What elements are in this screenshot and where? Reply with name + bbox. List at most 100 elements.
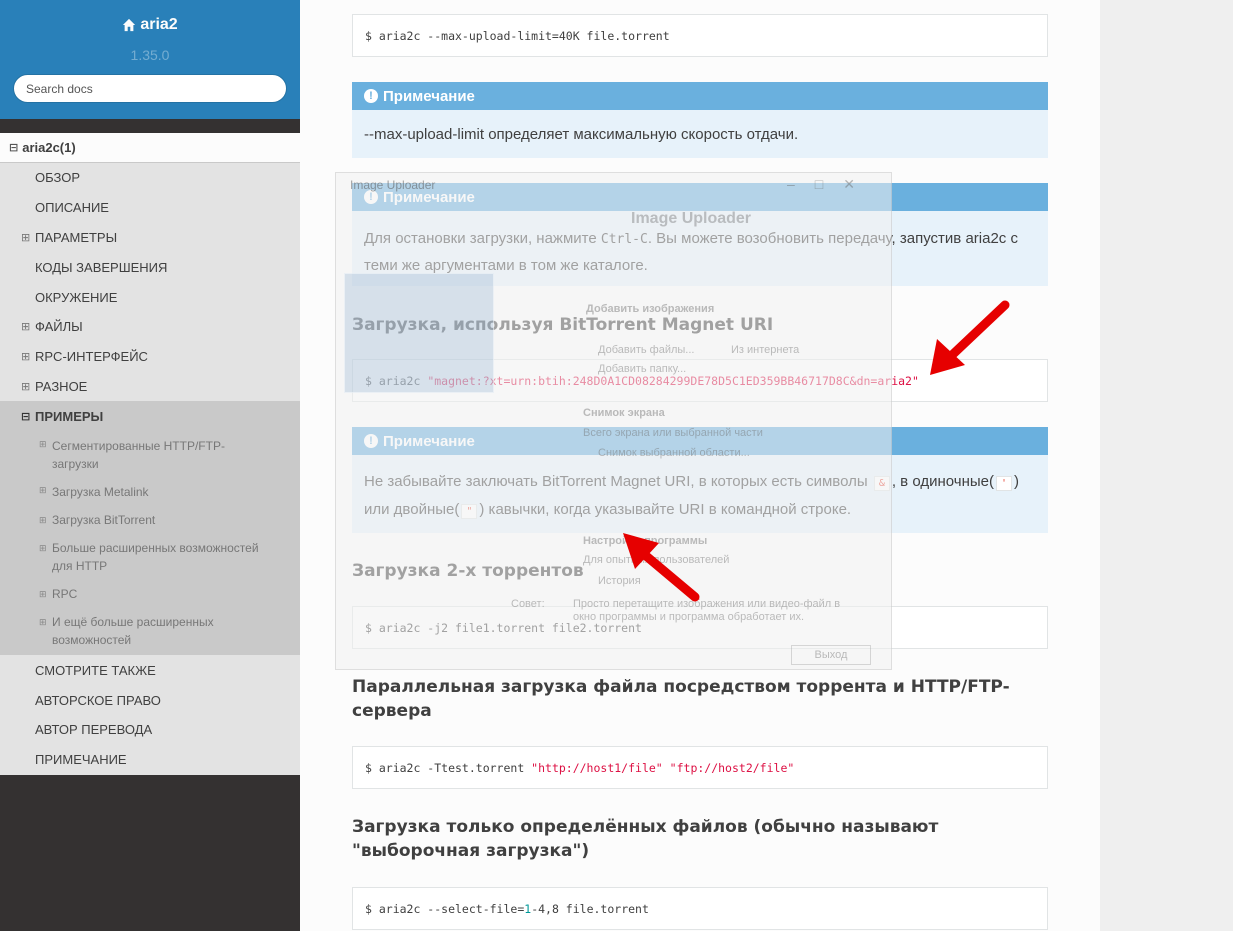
- sidebar-item-label: И ещё больше расширенных возможностей: [52, 615, 214, 648]
- note-body: --max-upload-limit определяет максимальн…: [352, 110, 1048, 148]
- note-title: ! Примечание: [352, 183, 1048, 211]
- sidebar-item-label: Больше расширенных возможностей для HTTP: [52, 541, 259, 574]
- note-label: Примечание: [383, 87, 475, 105]
- home-icon: [123, 18, 136, 32]
- expand-icon: ⊞: [21, 351, 31, 364]
- inline-literal: ": [461, 504, 478, 519]
- sidebar-item-misc[interactable]: ⊞ РАЗНОЕ: [0, 371, 300, 402]
- info-icon: !: [364, 190, 378, 204]
- search-input[interactable]: [13, 74, 287, 103]
- code-text: -4,8 file.torrent: [531, 901, 649, 916]
- expand-icon: ⊞: [39, 617, 47, 628]
- expand-icon: ⊞: [39, 589, 47, 600]
- sidebar-item-environment[interactable]: ОКРУЖЕНИЕ: [0, 282, 300, 312]
- sidebar-item-label: Загрузка BitTorrent: [52, 513, 156, 528]
- brand-link[interactable]: aria2: [122, 16, 178, 34]
- sidebar-item-label: Загрузка Metalink: [52, 485, 149, 500]
- code-text: $ aria2c -Ttest.torrent: [365, 760, 532, 775]
- note-body: Для остановки загрузки, нажмите Ctrl-C. …: [352, 211, 1048, 279]
- sidebar-item-aria2c[interactable]: ⊟ aria2c(1): [0, 133, 300, 163]
- note-text: , в одиночные(: [891, 473, 994, 490]
- code-text: $ aria2c --max-upload-limit=40K file.tor…: [365, 28, 670, 43]
- info-icon: !: [364, 89, 378, 103]
- sidebar-item-rpc[interactable]: ⊞ RPC-ИНТЕРФЕЙС: [0, 341, 300, 372]
- sidebar-item-label: ПРИМЕЧАНИЕ: [35, 752, 127, 768]
- note-admonition: ! Примечание Не забывайте заключать BitT…: [352, 427, 1048, 533]
- sidebar-subitem-rpc[interactable]: ⊞ RPC: [0, 581, 300, 610]
- brand-name: aria2: [140, 16, 178, 33]
- code-text: $ aria2c: [365, 373, 428, 388]
- code-block-upload-limit: $ aria2c --max-upload-limit=40K file.tor…: [352, 14, 1048, 57]
- sidebar-subitem-more-advanced[interactable]: ⊞ И ещё больше расширенных возможностей: [0, 609, 300, 656]
- inline-code: Ctrl-C: [600, 232, 648, 247]
- code-string: "ftp://host2/file": [669, 760, 795, 775]
- sidebar-section-examples: ⊟ ПРИМЕРЫ ⊞ Сегментированные HTTP/FTP-загр…: [0, 401, 300, 656]
- sidebar-item-copyright[interactable]: АВТОРСКОЕ ПРАВО: [0, 685, 300, 715]
- note-title: ! Примечание: [352, 427, 1048, 455]
- sidebar: aria2 1.35.0 ⊟ aria2c(1) ОБЗОР ОПИСАНИЕ …: [0, 0, 300, 931]
- collapse-icon: ⊟: [21, 410, 31, 423]
- expand-icon: ⊞: [39, 439, 47, 450]
- sidebar-item-label: ФАЙЛЫ: [35, 319, 83, 335]
- section-heading-parallel: Параллельная загрузка файла посредством …: [352, 677, 1010, 721]
- section-heading-selective: Загрузка только определённых файлов (обы…: [352, 817, 939, 861]
- sidebar-item-label: ПАРАМЕТРЫ: [35, 229, 118, 245]
- expand-icon: ⊞: [21, 231, 31, 244]
- sidebar-item-label: ОКРУЖЕНИЕ: [35, 289, 118, 305]
- sidebar-header: aria2 1.35.0: [0, 0, 300, 119]
- sidebar-subitem-http-advanced[interactable]: ⊞ Больше расширенных возможностей для HTT…: [0, 535, 300, 582]
- sidebar-item-label: Сегментированные HTTP/FTP-загрузки: [52, 439, 225, 472]
- sidebar-item-see-also[interactable]: СМОТРИТЕ ТАКЖЕ: [0, 655, 300, 686]
- sidebar-item-parameters[interactable]: ⊞ ПАРАМЕТРЫ: [0, 222, 300, 253]
- sidebar-item-files[interactable]: ⊞ ФАЙЛЫ: [0, 311, 300, 342]
- expand-icon: ⊞: [39, 485, 47, 496]
- sidebar-item-overview[interactable]: ОБЗОР: [0, 163, 300, 193]
- note-admonition: ! Примечание --max-upload-limit определя…: [352, 82, 1048, 158]
- section-heading-magnet: Загрузка, используя BitTorrent Magnet UR…: [352, 315, 774, 335]
- code-block-parallel: $ aria2c -Ttest.torrent "http://host1/fi…: [352, 746, 1048, 789]
- note-text: Для остановки загрузки, нажмите: [364, 230, 601, 247]
- sidebar-item-examples[interactable]: ⊟ ПРИМЕРЫ: [0, 401, 300, 432]
- info-icon: !: [364, 434, 378, 448]
- code-text: $ aria2c --select-file=: [365, 901, 525, 916]
- version-label: 1.35.0: [130, 47, 170, 63]
- sidebar-item-label: АВТОРСКОЕ ПРАВО: [35, 692, 161, 708]
- sidebar-item-label: ОПИСАНИЕ: [35, 200, 109, 216]
- note-body: Не забывайте заключать BitTorrent Magnet…: [352, 455, 1048, 525]
- code-number: 1: [524, 901, 532, 916]
- sidebar-item-label: КОДЫ ЗАВЕРШЕНИЯ: [35, 259, 168, 275]
- sidebar-item-description[interactable]: ОПИСАНИЕ: [0, 192, 300, 223]
- sidebar-item-label: РАЗНОЕ: [35, 378, 88, 394]
- code-block-two-torrents: $ aria2c -j2 file1.torrent file2.torrent: [352, 606, 1048, 649]
- code-block-selective: $ aria2c --select-file= 1 -4,8 file.torren…: [352, 887, 1048, 930]
- note-label: Примечание: [383, 188, 475, 206]
- sidebar-item-label: RPC-ИНТЕРФЕЙС: [35, 349, 148, 365]
- expand-icon: ⊞: [39, 543, 47, 554]
- note-text: --max-upload-limit определяет максимальн…: [364, 126, 799, 143]
- code-block-magnet: $ aria2c "magnet:?xt=urn:btih:248D0A1CD0…: [352, 359, 1048, 402]
- sidebar-item-note[interactable]: ПРИМЕЧАНИЕ: [0, 744, 300, 775]
- sidebar-item-exit-codes[interactable]: КОДЫ ЗАВЕРШЕНИЯ: [0, 252, 300, 283]
- expand-icon: ⊞: [39, 515, 47, 526]
- right-gutter: [1100, 0, 1233, 931]
- note-text: ) кавычки, когда указывайте URI в команд…: [479, 501, 852, 518]
- sidebar-item-label: aria2c(1): [22, 140, 76, 155]
- code-string: "magnet:?xt=urn:btih:248D0A1CD08284299DE…: [427, 373, 919, 388]
- sidebar-subitem-bittorrent[interactable]: ⊞ Загрузка BitTorrent: [0, 507, 300, 536]
- sidebar-item-translator[interactable]: АВТОР ПЕРЕВОДА: [0, 714, 300, 745]
- sidebar-item-label: СМОТРИТЕ ТАКЖЕ: [35, 662, 156, 678]
- code-text: $ aria2c -j2 file1.torrent file2.torrent: [365, 620, 642, 635]
- sidebar-menu: ⊟ aria2c(1) ОБЗОР ОПИСАНИЕ ⊞ ПАРАМЕТРЫ КО…: [0, 133, 300, 775]
- note-label: Примечание: [383, 432, 475, 450]
- sidebar-item-label: ОБЗОР: [35, 170, 80, 186]
- sidebar-subitem-metalink[interactable]: ⊞ Загрузка Metalink: [0, 477, 300, 508]
- expand-icon: ⊞: [21, 321, 31, 334]
- document-content: $ aria2c --max-upload-limit=40K file.tor…: [300, 0, 1100, 931]
- section-heading-two-torrents: Загрузка 2-х торрентов: [352, 561, 584, 581]
- sidebar-item-label: ПРИМЕРЫ: [35, 408, 104, 424]
- sidebar-item-label: АВТОР ПЕРЕВОДА: [35, 722, 153, 738]
- sidebar-item-label: RPC: [52, 587, 78, 602]
- note-admonition: ! Примечание Для остановки загрузки, наж…: [352, 183, 1048, 286]
- sidebar-subitem-segmented[interactable]: ⊞ Сегментированные HTTP/FTP-загрузки: [0, 431, 300, 478]
- code-string: "http://host1/file": [531, 760, 663, 775]
